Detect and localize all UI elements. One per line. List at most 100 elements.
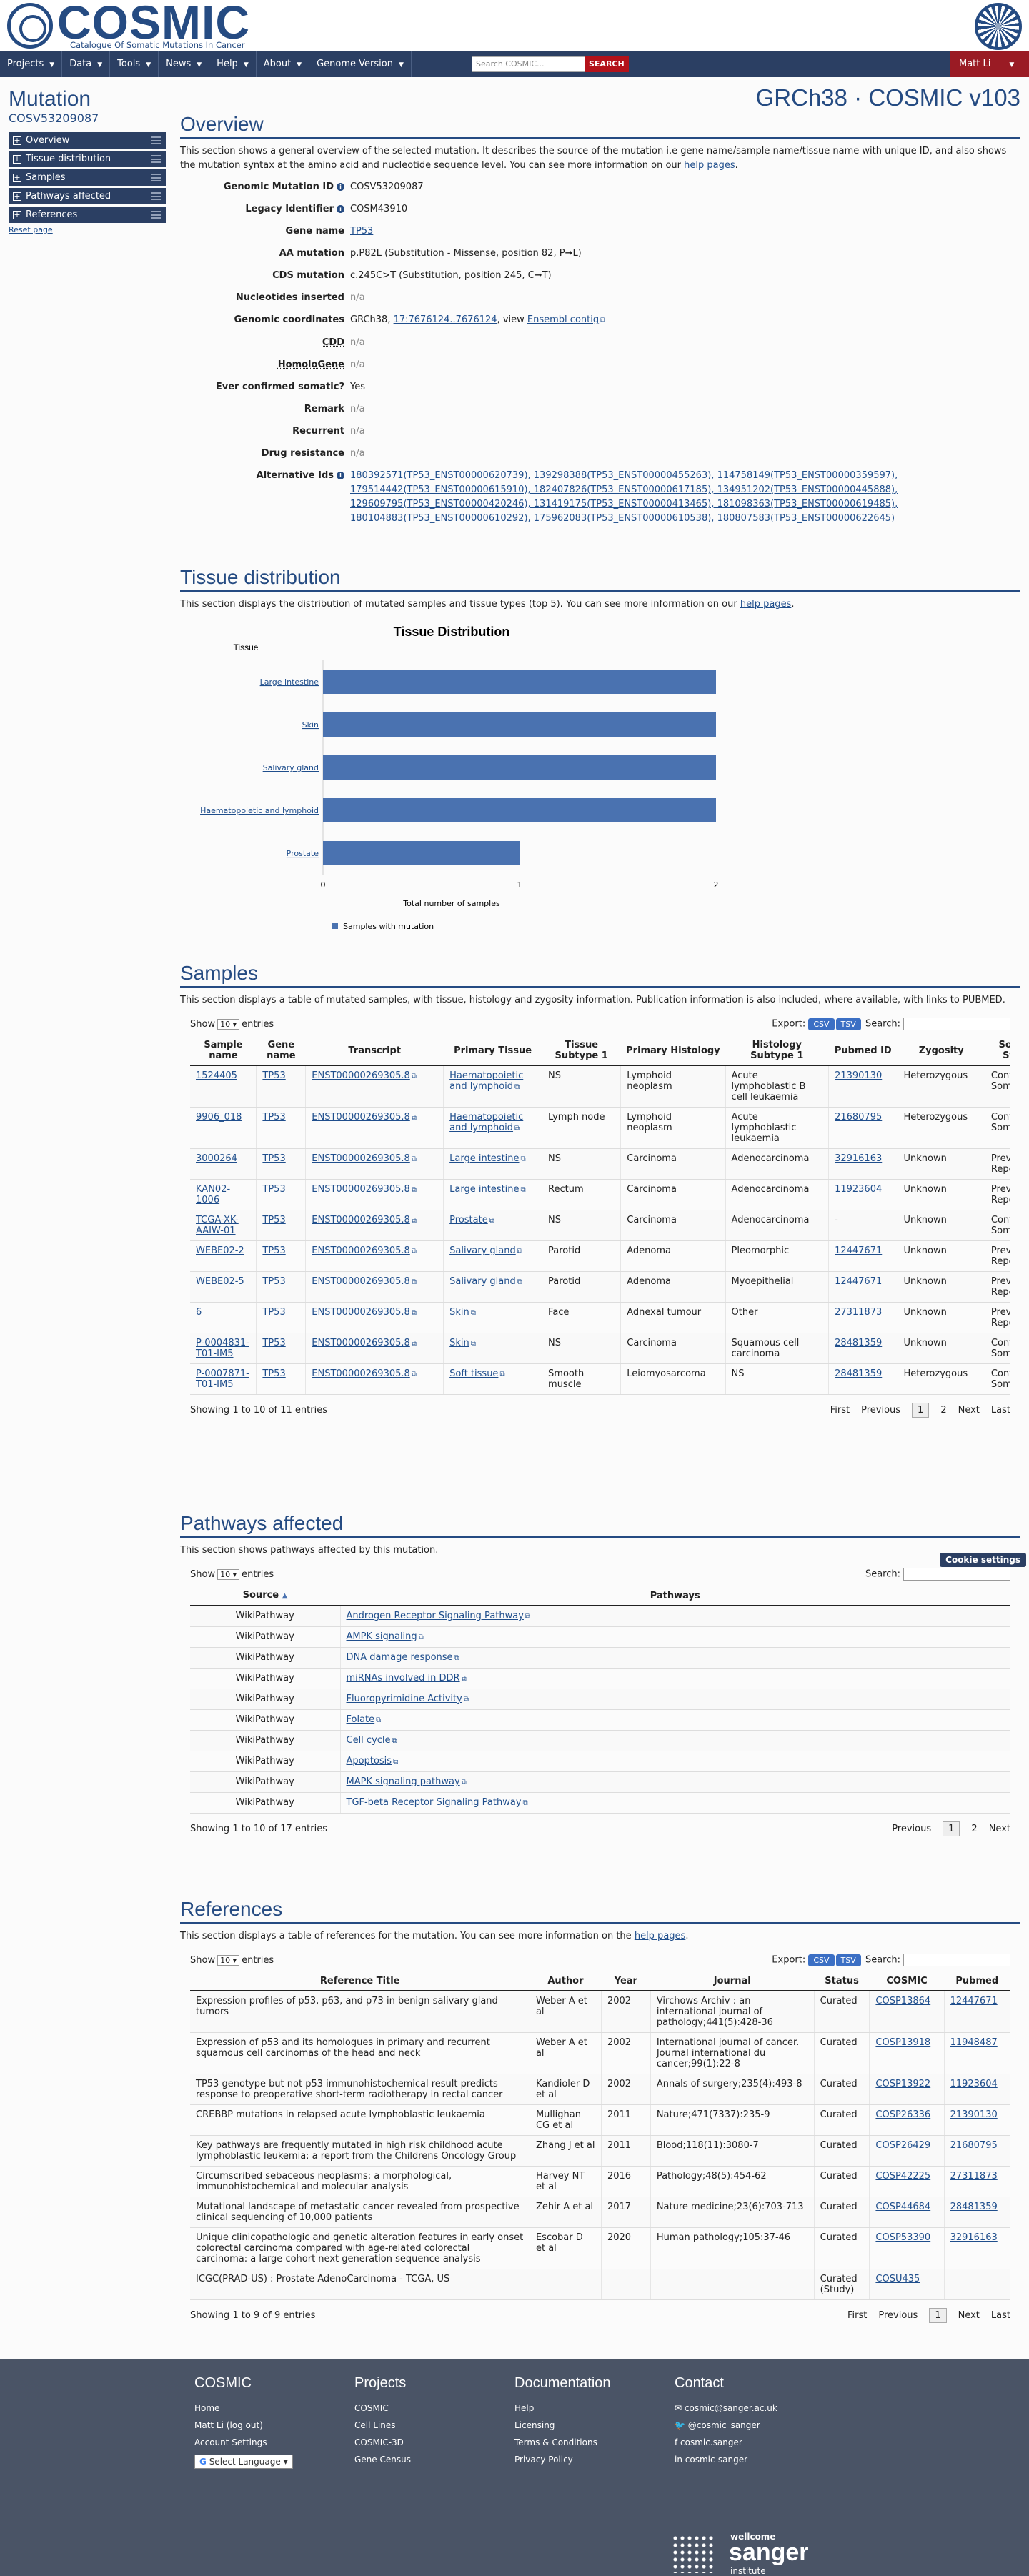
table-search-input[interactable]	[903, 1568, 1010, 1581]
pager-previous[interactable]: Previous	[892, 1824, 931, 1834]
footer-link[interactable]: Cell Lines	[354, 2420, 411, 2430]
table-cell[interactable]: 28481359	[828, 1363, 898, 1395]
column-header[interactable]: Somatic Status	[985, 1036, 1010, 1066]
page-length-select[interactable]: 10 ▾	[217, 1954, 240, 1966]
column-header[interactable]: Status	[814, 1972, 870, 1991]
overview-value[interactable]: TP53	[350, 224, 1020, 239]
table-cell[interactable]: COSP13922	[869, 2074, 945, 2105]
table-cell[interactable]: COSP42225	[869, 2166, 945, 2197]
table-cell[interactable]: ENST00000269305.8 ⧉	[305, 1271, 444, 1303]
pathway-link[interactable]: Androgen Receptor Signaling Pathway ⧉	[340, 1606, 1010, 1627]
table-cell[interactable]: TP53	[256, 1210, 307, 1241]
table-cell[interactable]: COSP53390	[869, 2227, 945, 2269]
pathway-link[interactable]: DNA damage response ⧉	[340, 1647, 1010, 1669]
table-cell[interactable]: TP53	[256, 1271, 307, 1303]
table-cell[interactable]: 21680795	[828, 1107, 898, 1149]
sidebar-item-tissue[interactable]: + Tissue distribution	[9, 151, 166, 167]
table-cell[interactable]: 12447671	[828, 1240, 898, 1272]
footer-link[interactable]: Home	[194, 2403, 293, 2413]
footer-link[interactable]: Privacy Policy	[514, 2455, 611, 2465]
linkedin-link[interactable]: in cosmic-sanger	[675, 2455, 777, 2465]
nav-data[interactable]: Data ▼	[62, 51, 111, 77]
table-cell[interactable]: ENST00000269305.8 ⧉	[305, 1302, 444, 1333]
column-header[interactable]: Primary Histology	[620, 1036, 726, 1066]
pathway-link[interactable]: MAPK signaling pathway ⧉	[340, 1771, 1010, 1793]
table-cell[interactable]: 1524405	[190, 1065, 257, 1108]
table-cell[interactable]: WEBE02-5	[190, 1271, 257, 1303]
table-cell[interactable]: 21390130	[944, 2104, 1011, 2136]
table-cell[interactable]: Large intestine ⧉	[443, 1179, 543, 1210]
table-cell[interactable]: Soft tissue ⧉	[443, 1363, 543, 1395]
sanger-emblem-icon[interactable]	[975, 3, 1022, 50]
table-cell[interactable]: Large intestine ⧉	[443, 1148, 543, 1180]
coordinate-link[interactable]: 17:7676124..7676124	[394, 314, 497, 325]
table-cell[interactable]: WEBE02-2	[190, 1240, 257, 1272]
table-cell[interactable]: Skin ⧉	[443, 1333, 543, 1364]
table-cell[interactable]: P-0007871-T01-IM5	[190, 1363, 257, 1395]
column-header[interactable]: Sample name	[190, 1036, 257, 1066]
table-cell[interactable]: 11923604	[828, 1179, 898, 1210]
table-cell[interactable]: Salivary gland ⧉	[443, 1271, 543, 1303]
pager-1[interactable]: 1	[943, 1821, 960, 1836]
footer-link[interactable]: Matt Li (log out)	[194, 2420, 293, 2430]
search-button[interactable]: SEARCH	[585, 56, 629, 72]
table-cell[interactable]: 21390130	[828, 1065, 898, 1108]
footer-link[interactable]: Terms & Conditions	[514, 2437, 611, 2447]
nav-about[interactable]: About ▼	[257, 51, 310, 77]
help-link[interactable]: help pages	[635, 1931, 685, 1941]
footer-link[interactable]: COSMIC-3D	[354, 2437, 411, 2447]
column-header[interactable]: Histology Subtype 1	[725, 1036, 829, 1066]
table-cell[interactable]: KAN02-1006	[190, 1179, 257, 1210]
nav-genome-version[interactable]: Genome Version ▼	[309, 51, 412, 77]
table-cell[interactable]: TP53	[256, 1065, 307, 1108]
table-cell[interactable]: 11948487	[944, 2032, 1011, 2074]
sidebar-item-pathways[interactable]: + Pathways affected	[9, 188, 166, 204]
category-label[interactable]: Salivary gland	[263, 763, 319, 772]
table-cell[interactable]: 11923604	[944, 2074, 1011, 2105]
table-cell[interactable]: 12447671	[828, 1271, 898, 1303]
pathway-link[interactable]: TGF-beta Receptor Signaling Pathway ⧉	[340, 1792, 1010, 1814]
search-input[interactable]: Search COSMIC...	[472, 56, 586, 72]
table-cell[interactable]: ENST00000269305.8 ⧉	[305, 1179, 444, 1210]
pager-1[interactable]: 1	[929, 2308, 947, 2323]
column-header[interactable]: Journal	[650, 1972, 815, 1991]
help-link[interactable]: help pages	[740, 599, 791, 610]
column-header[interactable]: Gene name	[256, 1036, 306, 1066]
column-header[interactable]: Year	[601, 1972, 651, 1991]
table-cell[interactable]: 3000264	[190, 1148, 257, 1180]
pager-next[interactable]: Next	[958, 2310, 980, 2321]
table-cell[interactable]: COSP13864	[869, 1991, 945, 2033]
ensembl-link[interactable]: Ensembl contig	[527, 314, 599, 325]
table-cell[interactable]: 9906_018	[190, 1107, 257, 1149]
category-label[interactable]: Prostate	[287, 849, 319, 858]
table-cell[interactable]: TP53	[256, 1107, 307, 1149]
table-cell[interactable]: Prostate ⧉	[443, 1210, 543, 1241]
column-header[interactable]: COSMIC	[869, 1972, 945, 1991]
nav-news[interactable]: News ▼	[159, 51, 210, 77]
overview-value[interactable]: GRCh38, 17:7676124..7676124, view Ensemb…	[350, 313, 1020, 328]
sidebar-item-references[interactable]: + References	[9, 207, 166, 223]
table-cell[interactable]: TP53	[256, 1302, 307, 1333]
table-cell[interactable]: TCGA-XK-AAIW-01	[190, 1210, 257, 1241]
cosmic-logo[interactable]: COSMIC Catalogue Of Somatic Mutations In…	[7, 0, 250, 50]
language-select[interactable]: G Select Language ▾	[194, 2455, 293, 2469]
table-search-input[interactable]	[903, 1954, 1010, 1966]
table-cell[interactable]: ENST00000269305.8 ⧉	[305, 1240, 444, 1272]
table-cell[interactable]: ENST00000269305.8 ⧉	[305, 1065, 444, 1108]
table-cell[interactable]: COSP44684	[869, 2197, 945, 2228]
table-cell[interactable]: Haematopoietic and lymphoid ⧉	[443, 1107, 543, 1149]
footer-link[interactable]: Account Settings	[194, 2437, 293, 2447]
footer-link[interactable]: Gene Census	[354, 2455, 411, 2465]
sidebar-item-samples[interactable]: + Samples	[9, 169, 166, 186]
column-header[interactable]: Tissue Subtype 1	[542, 1036, 621, 1066]
facebook-link[interactable]: f cosmic.sanger	[675, 2437, 777, 2447]
table-cell[interactable]: COSP26336	[869, 2104, 945, 2136]
pager-first[interactable]: First	[830, 1405, 850, 1416]
column-header[interactable]: Zygosity	[898, 1036, 985, 1066]
column-header[interactable]: Transcript	[305, 1036, 444, 1066]
nav-help[interactable]: Help ▼	[209, 51, 257, 77]
pathway-link[interactable]: Apoptosis ⧉	[340, 1751, 1010, 1772]
pager-last[interactable]: Last	[991, 1405, 1010, 1416]
table-cell[interactable]: TP53	[256, 1179, 307, 1210]
table-cell[interactable]: ENST00000269305.8 ⧉	[305, 1333, 444, 1364]
